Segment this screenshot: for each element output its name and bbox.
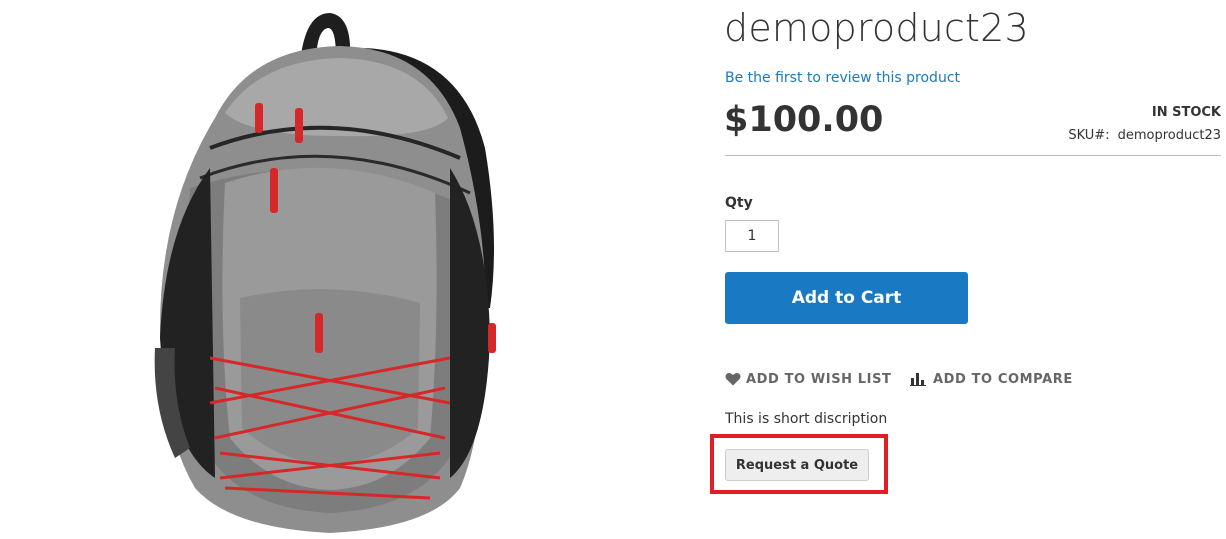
qty-input[interactable] <box>725 220 779 252</box>
add-to-wishlist-link[interactable]: ADD TO WISH LIST <box>725 370 892 388</box>
sku-label: SKU#: <box>1068 128 1110 143</box>
bar-chart-icon <box>910 372 928 386</box>
backpack-image <box>154 13 496 533</box>
request-quote-button[interactable]: Request a Quote <box>725 449 869 481</box>
add-to-cart-button[interactable]: Add to Cart <box>725 272 968 324</box>
sku-value: demoproduct23 <box>1117 128 1221 143</box>
compare-label: ADD TO COMPARE <box>933 371 1073 387</box>
product-image[interactable] <box>130 8 530 536</box>
qty-label: Qty <box>725 195 753 211</box>
product-price: $100.00 <box>724 100 884 140</box>
stock-status: IN STOCK <box>1151 105 1221 120</box>
product-sku: SKU#: demoproduct23 <box>1068 127 1221 145</box>
review-link[interactable]: Be the first to review this product <box>725 69 960 87</box>
add-to-compare-link[interactable]: ADD TO COMPARE <box>910 370 1073 388</box>
product-page: demoproduct23 Be the first to review thi… <box>0 0 1226 539</box>
short-description: This is short discription <box>725 411 888 427</box>
wishlist-label: ADD TO WISH LIST <box>746 371 892 387</box>
heart-icon <box>725 372 741 386</box>
divider <box>725 155 1221 156</box>
product-title: demoproduct23 <box>724 6 1029 50</box>
